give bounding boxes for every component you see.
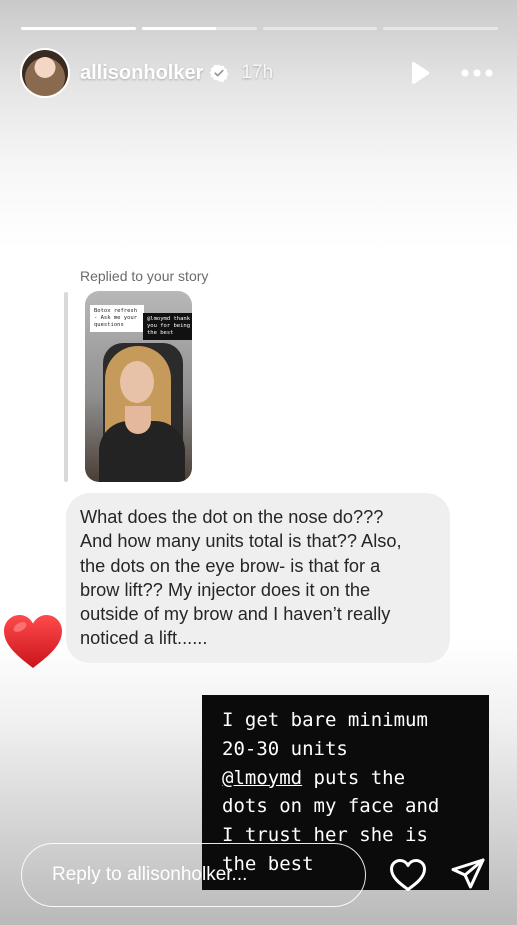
overlay-line-rest: puts the	[302, 766, 406, 789]
mention-link[interactable]: @lmoymd	[222, 767, 302, 789]
message-line: What does the dot on the nose do???	[80, 507, 384, 527]
username[interactable]: allisonholker	[80, 62, 203, 85]
thumbnail-face	[120, 361, 154, 403]
progress-segment	[262, 27, 378, 30]
message-line: And how many units total is that?? Also,	[80, 531, 402, 552]
reply-input[interactable]: Reply to allisonholker...	[21, 843, 366, 907]
progress-segment	[21, 27, 136, 30]
verified-badge-icon	[209, 63, 229, 83]
message-line: outside of my brow and I haven’t really	[80, 604, 391, 625]
progress-segment	[141, 27, 257, 30]
message-bubble[interactable]: What does the dot on the nose do??? And …	[66, 493, 450, 663]
story-progress-bar	[21, 27, 498, 30]
thumbnail-neck	[125, 406, 151, 434]
heart-icon[interactable]	[388, 857, 428, 893]
more-options-icon[interactable]	[459, 58, 495, 88]
avatar[interactable]	[22, 50, 68, 96]
heart-reaction-icon	[1, 610, 65, 674]
overlay-line: dots on my face and	[222, 795, 440, 818]
story-header: allisonholker 17h	[22, 48, 495, 98]
play-icon[interactable]	[405, 58, 435, 88]
reply-placeholder: Reply to allisonholker...	[52, 864, 248, 885]
replied-to-story-label: Replied to your story	[80, 268, 209, 284]
reply-quote-line	[64, 292, 68, 482]
thumbnail-note-left: Botox refresh - Ask me your questions	[90, 305, 144, 332]
story-viewer[interactable]: allisonholker 17h Replied to your story …	[0, 0, 517, 925]
thumbnail-note-right: @lmoymd thank you for being the best	[143, 313, 192, 340]
overlay-line: @lmoymd puts the	[222, 764, 469, 793]
message-line: brow lift?? My injector does it on the	[80, 579, 371, 600]
post-time: 17h	[241, 62, 274, 83]
send-icon[interactable]	[449, 856, 487, 894]
story-thumbnail[interactable]: Botox refresh - Ask me your questions @l…	[85, 291, 192, 482]
progress-segment	[383, 27, 498, 30]
message-line: the dots on the eye brow- is that for a	[80, 555, 381, 576]
message-line: noticed a lift......	[80, 628, 208, 649]
overlay-line: 20-30 units	[222, 737, 348, 760]
overlay-line: I get bare minimum	[222, 709, 428, 731]
